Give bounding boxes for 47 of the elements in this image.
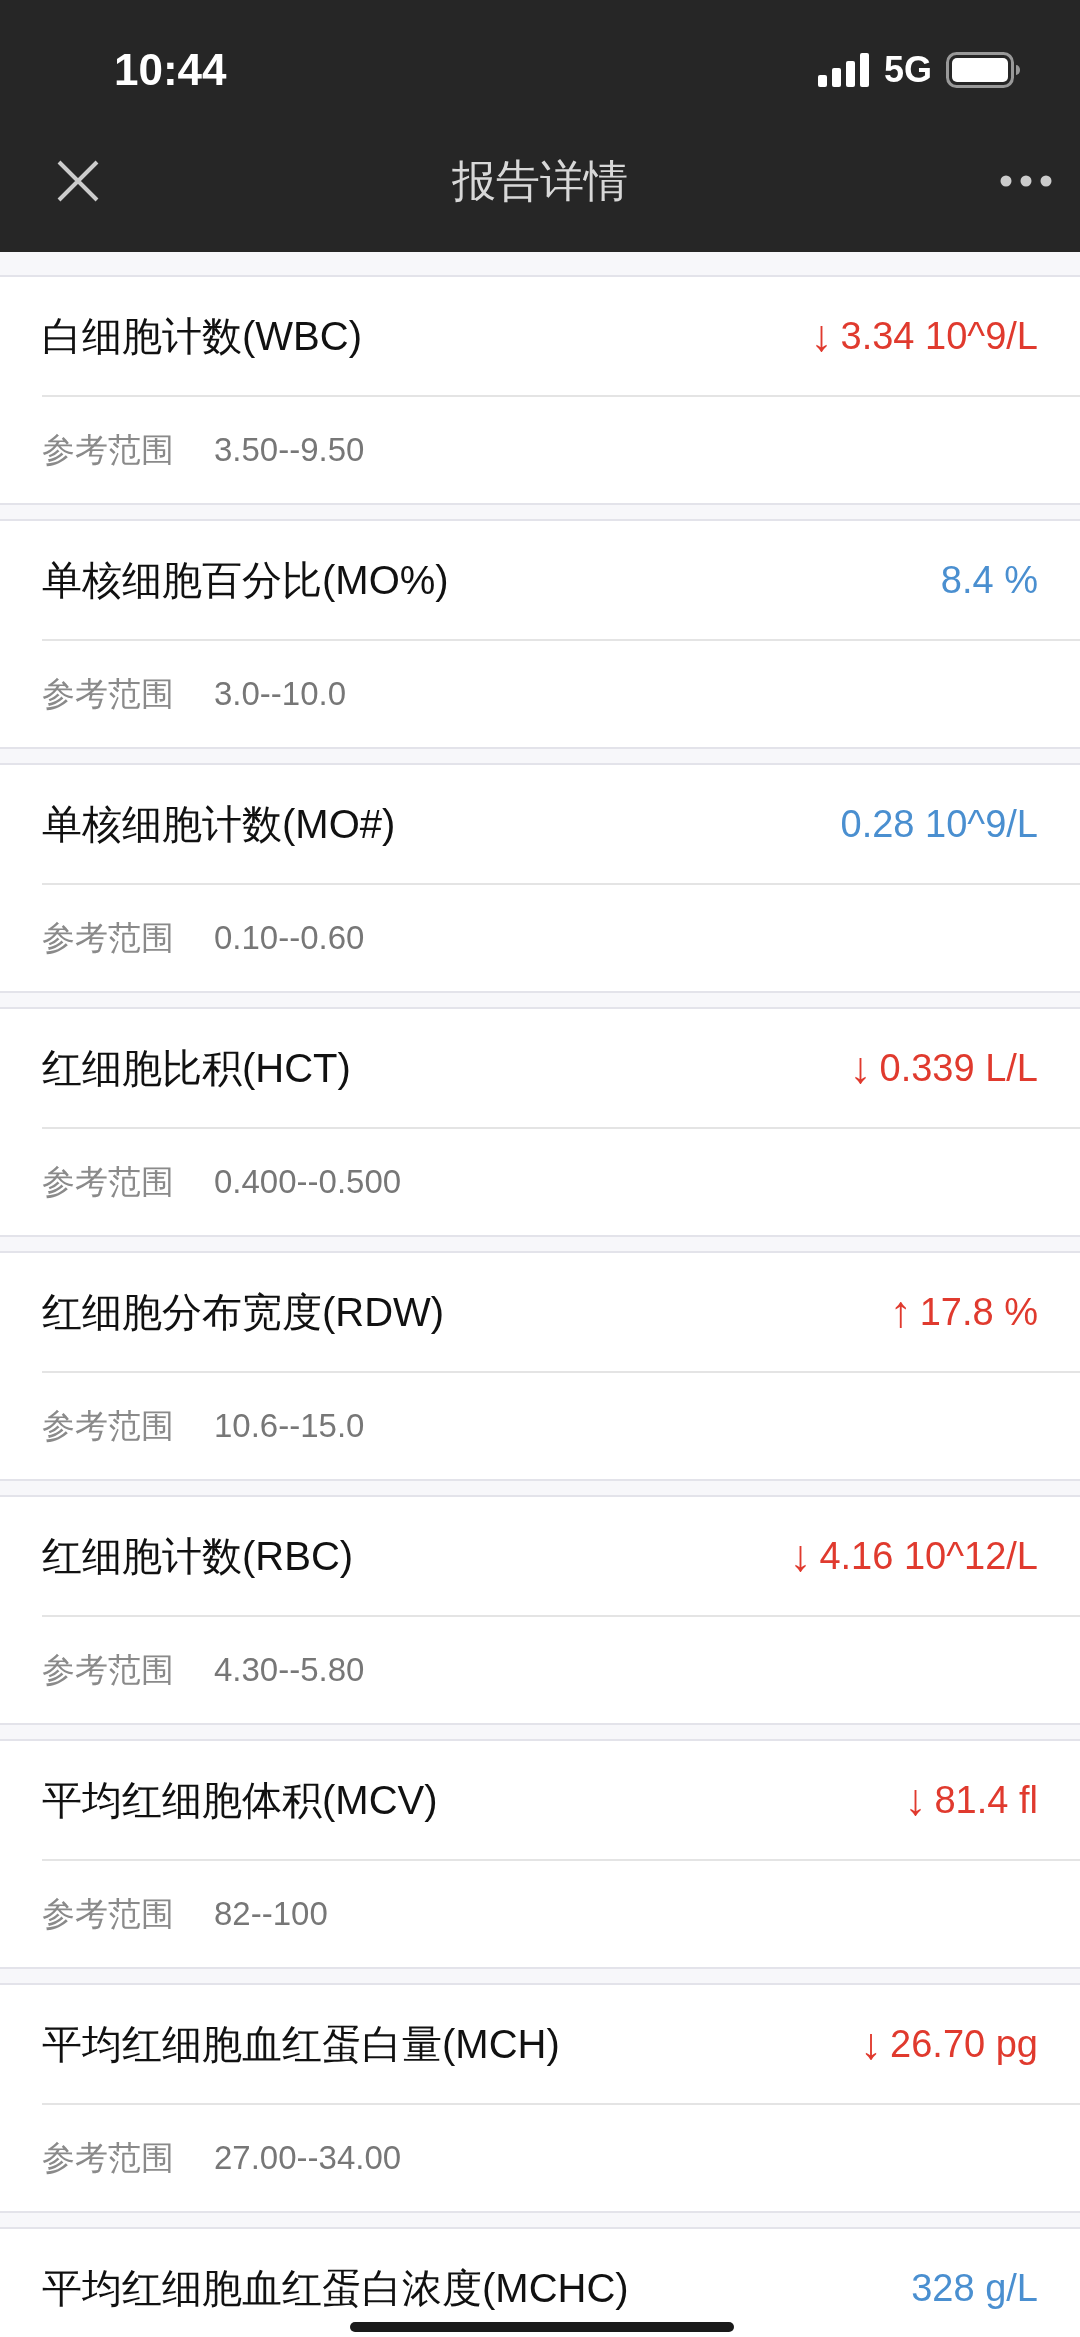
range-value: 4.30--5.80 — [214, 1651, 365, 1689]
result-value: 81.4 fl — [934, 1778, 1038, 1822]
test-name: 红细胞分布宽度(RDW) — [42, 1289, 445, 1335]
close-icon[interactable] — [56, 159, 100, 203]
test-name: 单核细胞计数(MO#) — [42, 801, 396, 847]
range-value: 0.10--0.60 — [214, 919, 365, 957]
range-label: 参考范围 — [42, 429, 174, 470]
test-name: 红细胞比积(HCT) — [42, 1045, 351, 1091]
range-value: 3.50--9.50 — [214, 431, 365, 469]
status-time: 10:44 — [114, 45, 227, 95]
result-value: 4.16 10^12/L — [819, 1534, 1038, 1578]
flag-arrow: ↓ — [904, 1775, 927, 1825]
flag-arrow: ↓ — [860, 2019, 883, 2069]
flag-arrow: ↓ — [849, 1043, 872, 1093]
range-label: 参考范围 — [42, 1893, 174, 1934]
range-label: 参考范围 — [42, 673, 174, 714]
battery-icon — [946, 52, 1020, 88]
result-value: 0.28 10^9/L — [840, 802, 1038, 846]
flag-arrow: ↓ — [810, 311, 833, 361]
range-label: 参考范围 — [42, 1649, 174, 1690]
test-name: 红细胞计数(RBC) — [42, 1533, 354, 1579]
test-name: 平均红细胞体积(MCV) — [42, 1777, 438, 1823]
test-name: 单核细胞百分比(MO%) — [42, 557, 449, 603]
result-value: 3.34 10^9/L — [840, 314, 1038, 358]
more-icon[interactable] — [1000, 175, 1052, 187]
range-value: 27.00--34.00 — [214, 2139, 402, 2177]
range-label: 参考范围 — [42, 917, 174, 958]
test-name: 白细胞计数(WBC) — [42, 313, 362, 359]
range-value: 3.0--10.0 — [214, 675, 347, 713]
test-name: 平均红细胞血红蛋白量(MCH) — [42, 2021, 560, 2067]
flag-arrow: ↑ — [889, 1287, 912, 1337]
test-name: 平均红细胞血红蛋白浓度(MCHC) — [42, 2265, 629, 2311]
network-label: 5G — [883, 49, 932, 91]
result-value: 17.8 % — [919, 1290, 1038, 1334]
result-value: 0.339 L/L — [879, 1046, 1038, 1090]
range-label: 参考范围 — [42, 1161, 174, 1202]
result-value: 328 g/L — [911, 2266, 1038, 2310]
range-value: 0.400--0.500 — [214, 1163, 402, 1201]
range-value: 82--100 — [214, 1895, 328, 1933]
flag-arrow: ↓ — [789, 1531, 812, 1581]
result-value: 26.70 pg — [890, 2022, 1038, 2066]
signal-icon — [817, 53, 870, 87]
range-value: 10.6--15.0 — [214, 1407, 365, 1445]
range-label: 参考范围 — [42, 1405, 174, 1446]
result-value: 8.4 % — [940, 558, 1038, 602]
range-label: 参考范围 — [42, 2137, 174, 2178]
page-title: 报告详情 — [452, 154, 628, 207]
